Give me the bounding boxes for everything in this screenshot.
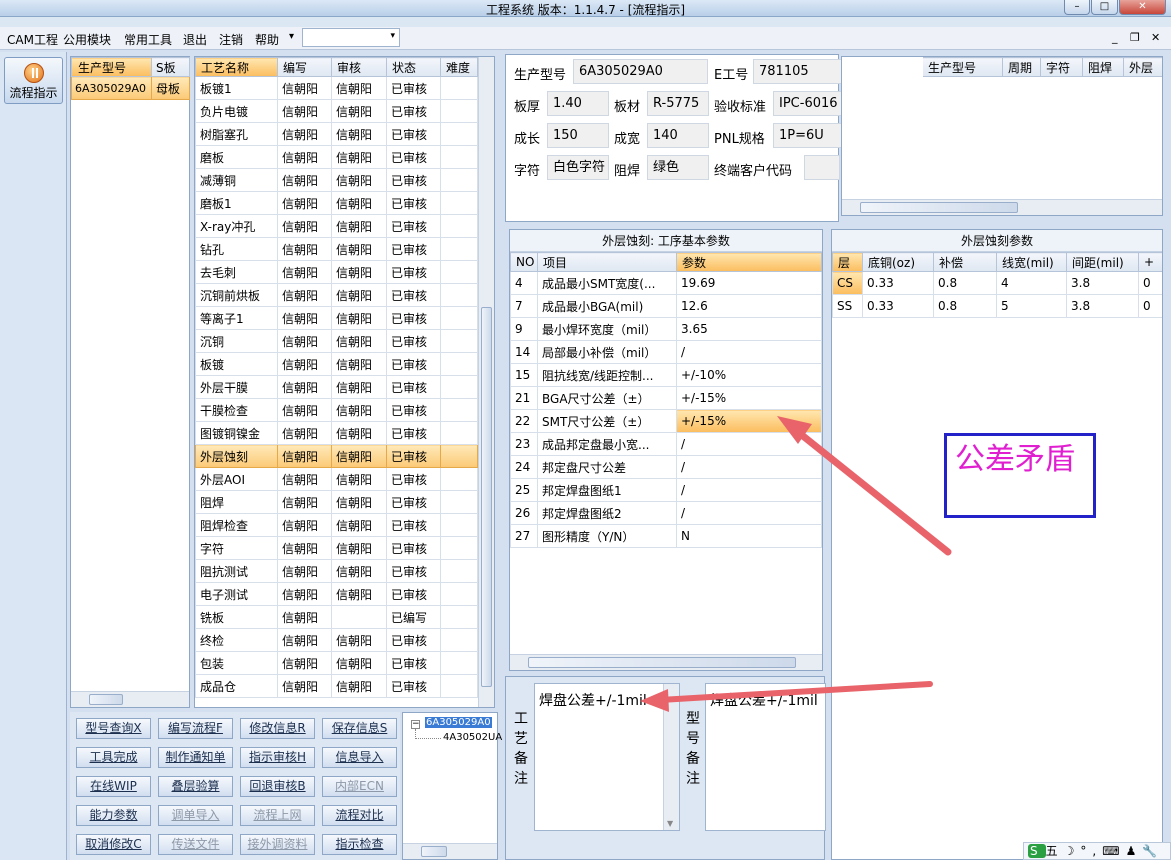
arrow-to-note: [657, 681, 933, 703]
tray-icon-5[interactable]: ♟: [1126, 844, 1143, 858]
tray-icon-6[interactable]: 🔧: [1142, 844, 1163, 858]
annotation-callout: 公差矛盾: [944, 433, 1096, 518]
tray-icon-4[interactable]: ⌨: [1102, 844, 1125, 858]
tray-icon-2[interactable]: ☽: [1064, 844, 1081, 858]
arrow-to-smt-row: [789, 424, 952, 556]
ime-tray[interactable]: S 五☽°,⌨♟🔧: [1023, 842, 1171, 860]
tray-icon-3[interactable]: °,: [1080, 844, 1102, 858]
tray-icon-1[interactable]: 五: [1046, 844, 1064, 858]
tray-icon-0[interactable]: S: [1028, 844, 1046, 858]
arrowhead-note: [640, 689, 669, 712]
annotation-arrows: [640, 416, 952, 712]
